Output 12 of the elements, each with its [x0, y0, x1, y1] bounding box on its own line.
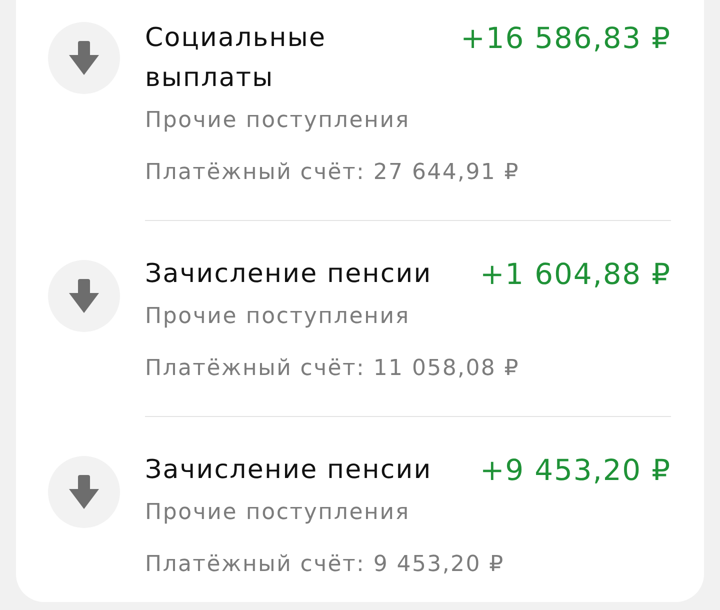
- transaction-amount: +1 604,88 ₽: [480, 256, 671, 293]
- transaction-title: Зачисление пенсии: [145, 454, 433, 487]
- account-balance: Платёжный счёт: 27 644,91 ₽: [145, 159, 520, 187]
- transaction-category: Прочие поступления: [145, 303, 410, 331]
- transaction-category: Прочие поступления: [145, 499, 410, 527]
- account-balance: Платёжный счёт: 11 058,08 ₽: [145, 355, 520, 383]
- account-balance: Платёжный счёт: 9 453,20 ₽: [145, 551, 504, 579]
- transaction-title: Зачисление пенсии: [145, 258, 433, 291]
- transaction-title: Социальные выплаты: [145, 22, 328, 95]
- transaction-amount: +9 453,20 ₽: [480, 452, 671, 489]
- transaction-category: Прочие поступления: [145, 107, 410, 135]
- transaction-amount: +16 586,83 ₽: [460, 20, 671, 57]
